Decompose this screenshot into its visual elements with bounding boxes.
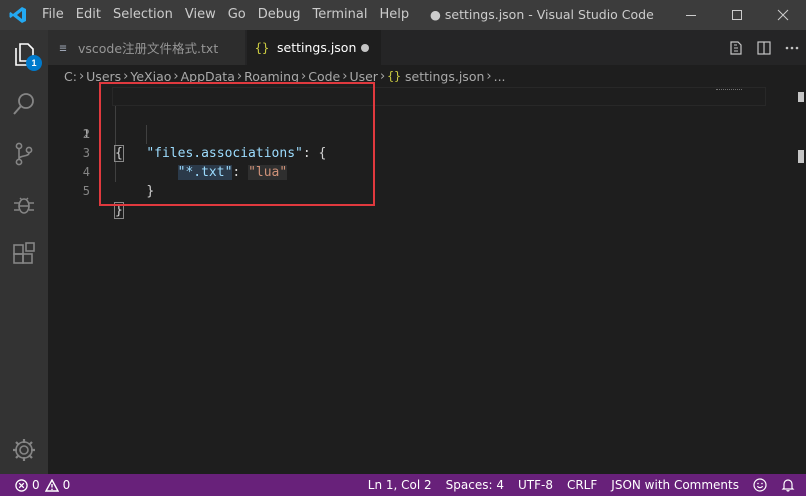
chevron-right-icon: › bbox=[486, 68, 492, 84]
debug-icon bbox=[14, 197, 34, 214]
menu-selection[interactable]: Selection bbox=[107, 0, 179, 30]
chevron-right-icon: › bbox=[78, 68, 85, 84]
open-preview-icon bbox=[730, 40, 742, 55]
notifications-button[interactable] bbox=[774, 474, 802, 496]
problems-indicator[interactable]: 0 0 bbox=[8, 474, 77, 496]
chevron-right-icon: › bbox=[173, 68, 179, 84]
feedback-button[interactable] bbox=[746, 474, 774, 496]
cursor-position[interactable]: Ln 1, Col 2 bbox=[361, 474, 439, 496]
code-line-2: 2 "files.associations": { bbox=[48, 106, 718, 161]
manage-button[interactable] bbox=[0, 426, 48, 474]
code-line-4: 4 } bbox=[48, 144, 718, 199]
breadcrumb: C: › Users › YeXiao › AppData › Roaming … bbox=[48, 65, 806, 87]
breadcrumb-drive[interactable]: C: bbox=[64, 69, 77, 84]
menu-file[interactable]: File bbox=[36, 0, 70, 30]
menu-bar: File Edit Selection View Go Debug Termin… bbox=[36, 0, 415, 30]
indentation[interactable]: Spaces: 4 bbox=[439, 474, 511, 496]
maximize-icon bbox=[732, 10, 742, 20]
status-bar: 0 0 Ln 1, Col 2 Spaces: 4 UTF-8 CRLF JSO… bbox=[0, 474, 806, 496]
chevron-right-icon: › bbox=[342, 68, 348, 84]
close-window-button[interactable] bbox=[760, 0, 806, 30]
breadcrumb-appdata[interactable]: AppData bbox=[181, 69, 235, 84]
json-file-icon: {} bbox=[387, 69, 402, 83]
minimap[interactable] bbox=[716, 89, 742, 92]
encoding[interactable]: UTF-8 bbox=[511, 474, 560, 496]
menu-terminal[interactable]: Terminal bbox=[307, 0, 374, 30]
window-title: ● settings.json - Visual Studio Code bbox=[430, 7, 654, 22]
menu-view[interactable]: View bbox=[179, 0, 222, 30]
code-line-3: 3 "*.txt": "lua" bbox=[48, 125, 718, 180]
text-file-icon: ≡ bbox=[59, 40, 67, 55]
chevron-right-icon: › bbox=[379, 68, 386, 84]
error-count: 0 bbox=[32, 478, 40, 492]
editor-actions bbox=[722, 30, 806, 65]
minimize-button[interactable] bbox=[668, 0, 714, 30]
search-view-button[interactable] bbox=[0, 80, 48, 128]
breadcrumb-yexiao[interactable]: YeXiao bbox=[130, 69, 171, 84]
source-control-icon bbox=[15, 142, 33, 166]
activity-bar: 1 bbox=[0, 30, 48, 474]
chevron-right-icon: › bbox=[236, 68, 243, 84]
menu-debug[interactable]: Debug bbox=[252, 0, 307, 30]
tab-vscode-txt[interactable]: ≡ vscode注册文件格式.txt bbox=[48, 30, 246, 65]
breadcrumb-roaming[interactable]: Roaming bbox=[244, 69, 299, 84]
window-controls bbox=[668, 0, 806, 30]
code-line-1: 1 { bbox=[48, 87, 766, 162]
tab-label: vscode注册文件格式.txt bbox=[78, 41, 219, 56]
tab-label: settings.json bbox=[277, 40, 357, 55]
menu-go[interactable]: Go bbox=[222, 0, 252, 30]
error-icon bbox=[15, 478, 28, 492]
debug-button[interactable] bbox=[0, 180, 48, 228]
menu-help[interactable]: Help bbox=[373, 0, 415, 30]
explorer-button[interactable]: 1 bbox=[0, 30, 48, 78]
warning-count: 0 bbox=[62, 478, 71, 492]
search-icon bbox=[13, 93, 34, 115]
title-bar: File Edit Selection View Go Debug Termin… bbox=[0, 0, 806, 30]
breadcrumb-code[interactable]: Code bbox=[308, 69, 340, 84]
minimize-icon bbox=[686, 15, 696, 16]
language-mode[interactable]: JSON with Comments bbox=[604, 474, 746, 496]
breadcrumb-file[interactable]: settings.json bbox=[405, 69, 484, 84]
more-actions-button[interactable] bbox=[778, 30, 806, 65]
source-control-button[interactable] bbox=[0, 130, 48, 178]
tab-bar: ≡ vscode注册文件格式.txt {} settings.json bbox=[48, 30, 806, 65]
tab-settings-json[interactable]: {} settings.json bbox=[247, 30, 381, 65]
close-icon bbox=[777, 9, 789, 21]
scrollbar-thumb[interactable] bbox=[798, 150, 804, 163]
settings-gear-icon bbox=[13, 439, 35, 461]
vscode-logo-icon bbox=[0, 0, 36, 30]
end-of-line[interactable]: CRLF bbox=[560, 474, 604, 496]
breadcrumb-user[interactable]: User bbox=[349, 69, 378, 84]
json-file-icon: {} bbox=[254, 40, 270, 55]
smiley-icon bbox=[753, 478, 767, 492]
unsaved-dot-icon[interactable] bbox=[361, 44, 369, 52]
close-brace: } bbox=[146, 184, 155, 199]
breadcrumb-users[interactable]: Users bbox=[86, 69, 121, 84]
more-icon bbox=[785, 46, 799, 49]
chevron-right-icon: › bbox=[301, 68, 307, 84]
scrollbar-marker bbox=[798, 92, 804, 102]
menu-edit[interactable]: Edit bbox=[70, 0, 107, 30]
code-editor[interactable]: 1 { 2 "files.associations": { 3 "*.txt":… bbox=[48, 82, 806, 474]
line-number: 5 bbox=[82, 184, 90, 198]
explorer-badge: 1 bbox=[26, 55, 42, 71]
close-brace: } bbox=[114, 202, 124, 219]
current-line-highlight bbox=[112, 87, 766, 106]
extensions-icon bbox=[13, 242, 35, 264]
chevron-right-icon: › bbox=[123, 68, 129, 84]
breadcrumb-symbols[interactable]: ... bbox=[494, 69, 506, 84]
code-line-5: 5 } bbox=[48, 163, 718, 219]
vertical-scrollbar[interactable] bbox=[792, 87, 806, 474]
split-editor-button[interactable] bbox=[750, 30, 778, 65]
extensions-button[interactable] bbox=[0, 230, 48, 278]
warning-icon bbox=[44, 478, 59, 492]
maximize-button[interactable] bbox=[714, 0, 760, 30]
open-settings-ui-button[interactable] bbox=[722, 30, 750, 65]
bell-icon bbox=[781, 479, 795, 492]
split-editor-icon bbox=[757, 40, 771, 55]
